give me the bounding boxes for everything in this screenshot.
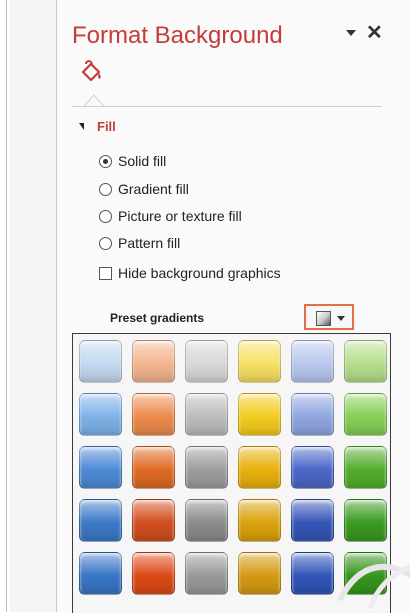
picture-texture-fill-label: Picture or texture fill: [118, 208, 242, 224]
preset-gradient-tile[interactable]: [132, 552, 175, 595]
pane-options-icon[interactable]: [346, 30, 356, 36]
section-divider: [72, 106, 382, 107]
preset-gradient-tile[interactable]: [238, 393, 281, 436]
preset-gradients-button[interactable]: [304, 304, 354, 330]
preset-gradient-tile[interactable]: [238, 446, 281, 489]
preset-gradient-tile[interactable]: [344, 446, 387, 489]
preset-gradient-tile[interactable]: [79, 393, 122, 436]
paint-bucket-icon[interactable]: [77, 58, 105, 86]
preset-gradient-tile[interactable]: [344, 340, 387, 383]
close-icon[interactable]: ✕: [366, 20, 383, 45]
preset-gradient-tile[interactable]: [79, 499, 122, 542]
decorative-swirl: [337, 564, 410, 609]
preset-gradient-tile[interactable]: [291, 499, 334, 542]
pane-controls: ✕: [344, 22, 388, 44]
preset-gradient-tile[interactable]: [185, 552, 228, 595]
preset-gradient-tile[interactable]: [344, 393, 387, 436]
hide-background-graphics-checkbox[interactable]: [99, 267, 112, 280]
pane-title: Format Background: [72, 22, 283, 49]
preset-gradients-label: Preset gradients: [110, 311, 205, 325]
preset-gradient-tile[interactable]: [185, 446, 228, 489]
gradient-swatch-icon: [316, 311, 331, 326]
preset-gradient-tile[interactable]: [132, 393, 175, 436]
fill-section-toggle[interactable]: Fill: [79, 119, 119, 137]
chevron-down-icon: [337, 316, 345, 321]
preset-gradient-tile[interactable]: [238, 552, 281, 595]
preset-gradient-tile[interactable]: [291, 340, 334, 383]
fill-section-label: Fill: [97, 119, 116, 134]
pattern-fill-label: Pattern fill: [118, 235, 181, 251]
window-edge: [0, 0, 10, 612]
preset-gradient-tile[interactable]: [291, 446, 334, 489]
solid-fill-radio[interactable]: [99, 155, 112, 168]
preset-gradient-tile[interactable]: [291, 552, 334, 595]
preset-gradient-tile[interactable]: [238, 499, 281, 542]
preset-gradient-tile[interactable]: [291, 393, 334, 436]
picture-texture-fill-radio[interactable]: [99, 210, 112, 223]
gradient-fill-label: Gradient fill: [118, 181, 189, 197]
preset-gradient-tile[interactable]: [79, 446, 122, 489]
solid-fill-label: Solid fill: [118, 153, 167, 169]
preset-gradient-tile[interactable]: [132, 499, 175, 542]
preset-gradient-tile[interactable]: [185, 340, 228, 383]
collapse-triangle-icon[interactable]: [79, 123, 84, 130]
preset-gradient-tile[interactable]: [238, 340, 281, 383]
pattern-fill-radio[interactable]: [99, 237, 112, 250]
preset-gradient-tile[interactable]: [79, 340, 122, 383]
preset-gradient-tile[interactable]: [185, 393, 228, 436]
preset-gradient-tile[interactable]: [185, 499, 228, 542]
preset-gradient-tile[interactable]: [79, 552, 122, 595]
preset-gradient-tile[interactable]: [132, 340, 175, 383]
preset-gradient-tile[interactable]: [132, 446, 175, 489]
gradient-fill-radio[interactable]: [99, 183, 112, 196]
hide-background-graphics-label: Hide background graphics: [118, 265, 281, 281]
slide-area: [10, 0, 56, 612]
